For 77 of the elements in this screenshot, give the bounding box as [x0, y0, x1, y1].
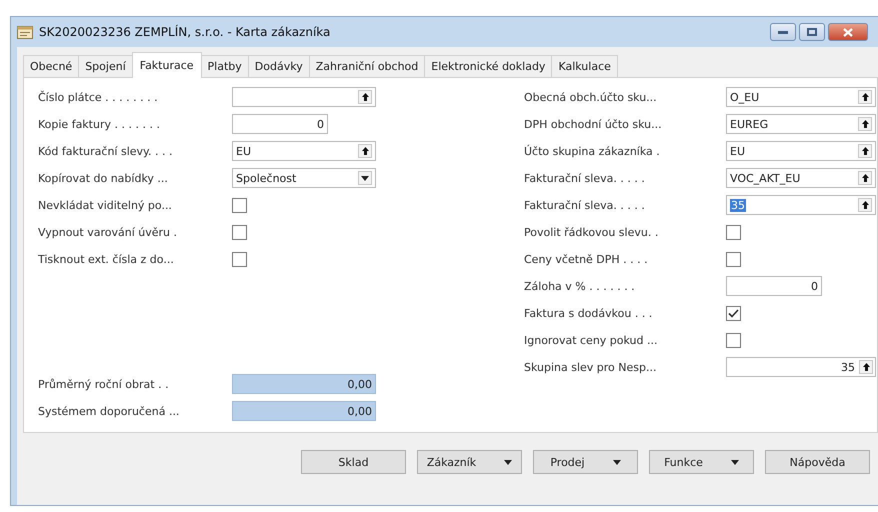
- lookup-button[interactable]: [858, 198, 872, 212]
- close-icon: [843, 28, 853, 36]
- tab[interactable]: Fakturace: [132, 52, 202, 78]
- lookup-button[interactable]: [358, 90, 372, 104]
- field-label: Číslo plátce . . . . . . . .: [38, 90, 159, 104]
- field-label: Skupina slev pro Nesp...: [524, 360, 658, 374]
- up-arrow-icon: [862, 147, 868, 155]
- field-label: Průměrný roční obrat . .: [38, 378, 170, 390]
- action-button[interactable]: Sklad: [301, 450, 406, 474]
- field-label: Vypnout varování úvěru .: [38, 226, 178, 238]
- tab[interactable]: Obecné: [23, 55, 80, 77]
- lookup-field[interactable]: EUREG: [726, 114, 876, 134]
- field-label: Ignorovat ceny pokud ...: [524, 334, 658, 346]
- action-button[interactable]: Prodej: [533, 450, 638, 474]
- action-button[interactable]: Nápověda: [765, 450, 870, 474]
- lookup-field[interactable]: 35: [726, 195, 876, 215]
- card-icon: [17, 26, 33, 38]
- field-label: Fakturační sleva. . . . .: [524, 172, 646, 184]
- minimize-button[interactable]: [770, 23, 796, 41]
- up-arrow-icon: [862, 174, 868, 182]
- checkbox[interactable]: [232, 224, 247, 240]
- up-arrow-icon: [862, 93, 868, 101]
- lookup-field[interactable]: EU: [232, 141, 376, 161]
- action-button[interactable]: Zákazník: [417, 450, 522, 474]
- checkbox[interactable]: [232, 252, 247, 266]
- field-label: Kopírovat do nabídky ...: [38, 172, 169, 184]
- lookup-field[interactable]: [232, 87, 376, 107]
- field-label: Účto skupina zákazníka .: [524, 144, 661, 158]
- dropdown-field[interactable]: Společnost: [232, 168, 376, 188]
- minimize-icon: [778, 30, 788, 34]
- lookup-field[interactable]: VOC_AKT_EU: [726, 168, 876, 188]
- lookup-button[interactable]: [858, 144, 872, 158]
- field-label: Fakturační sleva. . . . .: [524, 198, 646, 212]
- field-label: DPH obchodní účto sku...: [524, 118, 663, 130]
- number-field[interactable]: 0: [232, 114, 328, 134]
- number-field[interactable]: 0: [726, 276, 822, 296]
- checkbox[interactable]: [726, 252, 741, 266]
- calculated-field: 0,00: [232, 374, 376, 394]
- field-label: Povolit řádkovou slevu. .: [524, 226, 660, 238]
- lookup-field[interactable]: 35: [726, 357, 876, 377]
- checkbox[interactable]: [726, 224, 741, 240]
- maximize-icon: [807, 28, 817, 36]
- lookup-field[interactable]: EU: [726, 141, 876, 161]
- up-arrow-icon: [362, 93, 368, 101]
- field-label: Systémem doporučená ...: [38, 404, 180, 418]
- field-label: Tisknout ext. čísla z do...: [38, 252, 175, 266]
- field-label: Ceny včetně DPH . . . .: [524, 252, 649, 266]
- caret-icon: [361, 176, 369, 180]
- caret-icon: [504, 460, 512, 464]
- check-icon: [728, 308, 739, 318]
- field-label: Nevkládat viditelný po...: [38, 198, 173, 212]
- window-title: SK2020023236 ZEMPLÍN, s.r.o. - Karta zákazníka: [39, 25, 330, 39]
- lookup-button[interactable]: [358, 144, 372, 158]
- field-label: Obecná obch.účto sku...: [524, 90, 658, 104]
- lookup-button[interactable]: [858, 117, 872, 131]
- field-label: Faktura s dodávkou . . .: [524, 306, 654, 320]
- up-arrow-icon: [862, 120, 868, 128]
- field-label: Kopie faktury . . . . . . .: [38, 118, 161, 130]
- maximize-button[interactable]: [799, 23, 825, 41]
- calculated-field: 0,00: [232, 401, 376, 421]
- lookup-button[interactable]: [858, 90, 872, 104]
- up-arrow-icon: [862, 363, 870, 371]
- field-label: Kód fakturační slevy. . . .: [38, 144, 174, 158]
- up-arrow-icon: [362, 147, 368, 155]
- checkbox[interactable]: [726, 332, 741, 348]
- lookup-field[interactable]: O_EU: [726, 87, 876, 107]
- caret-icon: [612, 460, 621, 464]
- close-button[interactable]: [828, 23, 868, 41]
- checkbox[interactable]: [232, 198, 247, 212]
- field-label: Záloha v % . . . . . . .: [524, 280, 636, 292]
- tab[interactable]: Kalkulace: [551, 55, 618, 77]
- action-button[interactable]: Funkce: [649, 450, 754, 474]
- lookup-button[interactable]: [859, 360, 873, 374]
- checkbox[interactable]: [726, 306, 741, 320]
- caret-icon: [730, 460, 739, 464]
- lookup-button[interactable]: [858, 171, 872, 185]
- up-arrow-icon: [862, 201, 868, 209]
